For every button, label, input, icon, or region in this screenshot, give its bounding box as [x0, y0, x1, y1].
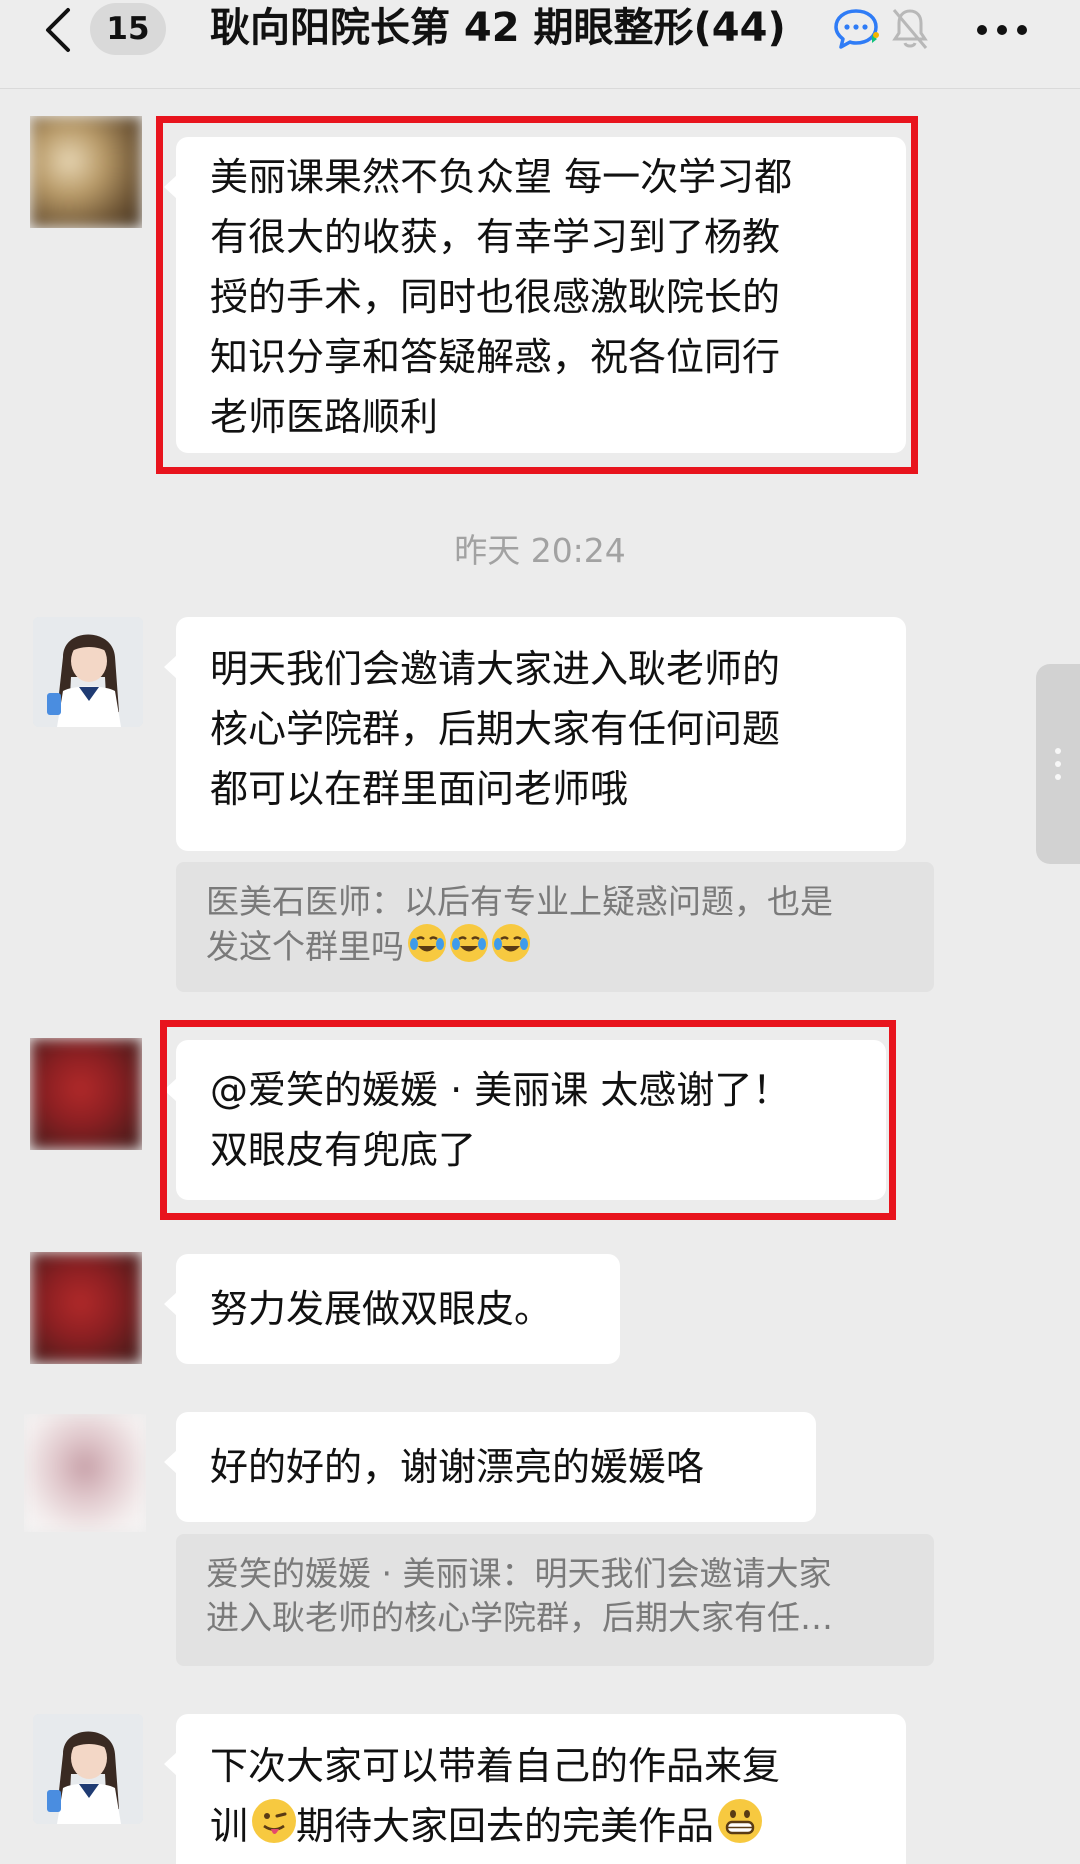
live-chat-icon[interactable] [832, 5, 882, 53]
tears-of-joy-emoji [492, 924, 530, 962]
tears-of-joy-emoji [408, 924, 446, 962]
more-icon[interactable] [976, 24, 1028, 36]
message-bubble[interactable]: 下次大家可以带着自己的作品来复 训期待大家回去的完美作品 [164, 1714, 906, 1864]
avatar[interactable] [30, 1252, 142, 1364]
message-bubble[interactable]: 努力发展做双眼皮。 [164, 1254, 620, 1364]
avatar[interactable] [33, 1714, 143, 1824]
mute-bell-icon [892, 9, 928, 49]
unread-count-badge[interactable]: 15 [90, 3, 166, 55]
chat-header: 15 耿向阳院长第 42 期眼整形(44) [0, 0, 1080, 89]
chat-title[interactable]: 耿向阳院长第 42 期眼整形(44) [210, 0, 820, 56]
message-text-line: 努力发展做双眼皮。 [210, 1287, 553, 1331]
message-text-line: 核心学院群，后期大家有任何问题 [210, 707, 781, 751]
message-text-line: 训期待大家回去的完美作品 [210, 1796, 872, 1856]
quote-text-line: 进入耿老师的核心学院群，后期大家有任… [206, 1598, 833, 1637]
avatar-girl-illustration [33, 617, 143, 727]
message-text-line: 好的好的，谢谢漂亮的媛媛咯 [210, 1445, 705, 1489]
avatar[interactable] [30, 116, 142, 228]
quote-text-line: 医美石医师：以后有专业上疑惑问题，也是 [206, 882, 833, 921]
red-highlight-frame [160, 1020, 896, 1220]
quote-text-line: 发这个群里吗 [206, 924, 904, 969]
avatar[interactable] [33, 617, 143, 727]
message-text-line: 下次大家可以带着自己的作品来复 [210, 1744, 781, 1788]
winking-face-tongue-emoji [252, 1799, 297, 1843]
message-text-line: 都可以在群里面问老师哦 [210, 767, 629, 811]
avatar[interactable] [30, 1038, 142, 1150]
back-icon[interactable] [38, 6, 78, 54]
message-bubble[interactable]: 明天我们会邀请大家进入耿老师的 核心学院群，后期大家有任何问题 都可以在群里面问… [164, 617, 906, 851]
red-highlight-frame [156, 116, 918, 474]
quoted-reply[interactable]: 爱笑的媛媛 · 美丽课：明天我们会邀请大家 进入耿老师的核心学院群，后期大家有任… [176, 1534, 934, 1666]
avatar[interactable] [24, 1414, 146, 1532]
tears-of-joy-emoji [450, 924, 488, 962]
side-drawer-handle[interactable] [1036, 664, 1080, 864]
message-bubble[interactable]: 好的好的，谢谢漂亮的媛媛咯 [164, 1412, 816, 1522]
quoted-reply[interactable]: 医美石医师：以后有专业上疑惑问题，也是 发这个群里吗 [176, 862, 934, 992]
message-text-line: 明天我们会邀请大家进入耿老师的 [210, 647, 781, 691]
grinning-face-emoji [718, 1799, 763, 1843]
quote-text-line: 爱笑的媛媛 · 美丽课：明天我们会邀请大家 [206, 1554, 832, 1593]
avatar-girl-illustration [33, 1714, 143, 1824]
timestamp: 昨天 20:24 [454, 531, 626, 570]
